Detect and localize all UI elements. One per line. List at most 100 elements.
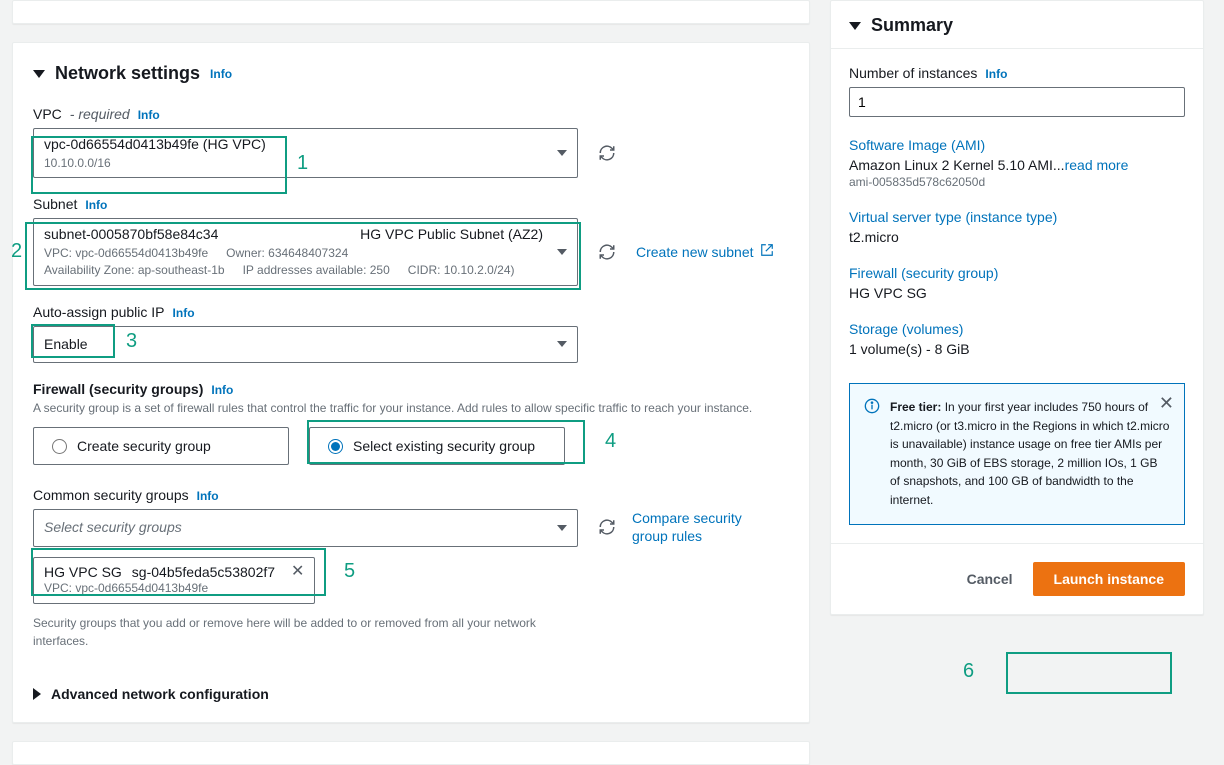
summary-ami-id: ami-005835d578c62050d (849, 175, 1185, 189)
sg-token-name: HG VPC SG (44, 564, 122, 580)
read-more-link[interactable]: read more (1065, 157, 1129, 173)
select-sg-radio[interactable]: Select existing security group (309, 427, 565, 465)
common-sg-label: Common security groups Info (33, 487, 789, 503)
num-instances-label: Number of instances Info (849, 65, 1185, 81)
chevron-down-icon (557, 249, 567, 255)
summary-header[interactable]: Summary (831, 1, 1203, 49)
vpc-info-link[interactable]: Info (138, 108, 160, 122)
summary-fw-value: HG VPC SG (849, 285, 1185, 301)
common-sg-note: Security groups that you add or remove h… (33, 614, 578, 650)
vpc-label: VPC - required Info (33, 106, 789, 122)
summary-storage-value: 1 volume(s) - 8 GiB (849, 341, 1185, 357)
select-sg-label: Select existing security group (353, 438, 535, 454)
subnet-cidr: CIDR: 10.10.2.0/24) (408, 262, 515, 279)
subnet-owner: Owner: 634648407324 (226, 245, 348, 262)
common-sg-info-link[interactable]: Info (197, 489, 219, 503)
network-settings-header[interactable]: Network settings Info (33, 63, 789, 84)
firewall-label: Firewall (security groups) Info (33, 381, 789, 397)
summary-type-heading[interactable]: Virtual server type (instance type) (849, 209, 1185, 225)
free-tier-label: Free tier: (890, 400, 941, 414)
subnet-avail: IP addresses available: 250 (243, 262, 390, 279)
compare-sg-link[interactable]: Compare security group rules (632, 509, 762, 545)
sg-refresh-button[interactable] (596, 516, 618, 538)
vpc-cidr: 10.10.0.0/16 (44, 155, 547, 172)
subnet-name: HG VPC Public Subnet (AZ2) (360, 225, 543, 245)
sg-token-id: sg-04b5feda5c53802f7 (132, 564, 275, 580)
info-icon (864, 398, 880, 510)
summary-storage-heading[interactable]: Storage (volumes) (849, 321, 1185, 337)
refresh-icon (598, 243, 616, 261)
subnet-az: Availability Zone: ap-southeast-1b (44, 262, 225, 279)
vpc-required: - required (70, 106, 130, 122)
network-settings-title: Network settings (55, 63, 200, 84)
common-sg-placeholder: Select security groups (44, 518, 547, 538)
num-instances-input[interactable] (849, 87, 1185, 117)
create-sg-radio[interactable]: Create security group (33, 427, 289, 465)
autoip-value: Enable (44, 335, 547, 355)
autoip-label-text: Auto-assign public IP (33, 304, 165, 320)
free-tier-close-button[interactable]: ✕ (1159, 394, 1174, 412)
annotation-num-6: 6 (963, 660, 974, 683)
subnet-vpc: VPC: vpc-0d66554d0413b49fe (44, 245, 208, 262)
subnet-id: subnet-0005870bf58e84c34 (44, 225, 218, 245)
caret-down-icon (33, 70, 45, 78)
firewall-label-text: Firewall (security groups) (33, 381, 203, 397)
summary-footer: Cancel Launch instance (831, 543, 1203, 614)
sg-token: HG VPC SG sg-04b5feda5c53802f7 ✕ VPC: vp… (33, 557, 315, 604)
refresh-icon (598, 518, 616, 536)
chevron-down-icon (557, 525, 567, 531)
cancel-button[interactable]: Cancel (967, 571, 1013, 587)
summary-title: Summary (871, 15, 953, 36)
select-sg-radio-input[interactable] (328, 439, 343, 454)
advanced-network-toggle[interactable]: Advanced network configuration (33, 686, 789, 702)
subnet-label-text: Subnet (33, 196, 77, 212)
caret-down-icon (849, 22, 861, 30)
summary-ami-name: Amazon Linux 2 Kernel 5.10 AMI... (849, 157, 1065, 173)
autoip-info-link[interactable]: Info (173, 306, 195, 320)
subnet-select[interactable]: subnet-0005870bf58e84c34 HG VPC Public S… (33, 218, 578, 285)
free-tier-text: Free tier: In your first year includes 7… (890, 398, 1170, 510)
firewall-info-link[interactable]: Info (211, 383, 233, 397)
network-info-link[interactable]: Info (210, 67, 232, 81)
create-subnet-text: Create new subnet (636, 244, 754, 260)
advanced-network-label: Advanced network configuration (51, 686, 269, 702)
free-tier-info-box: Free tier: In your first year includes 7… (849, 383, 1185, 525)
caret-right-icon (33, 688, 41, 700)
annotation-num-1: 1 (297, 152, 308, 175)
num-instances-info-link[interactable]: Info (985, 67, 1007, 81)
create-sg-label: Create security group (77, 438, 211, 454)
num-instances-text: Number of instances (849, 65, 977, 81)
autoip-label: Auto-assign public IP Info (33, 304, 789, 320)
autoip-select[interactable]: Enable (33, 326, 578, 364)
sg-token-vpc: VPC: vpc-0d66554d0413b49fe (44, 580, 304, 597)
create-sg-radio-input[interactable] (52, 439, 67, 454)
subnet-label: Subnet Info (33, 196, 789, 212)
refresh-icon (598, 144, 616, 162)
external-link-icon (760, 243, 774, 260)
annotation-num-4: 4 (605, 430, 616, 453)
subnet-refresh-button[interactable] (596, 241, 618, 263)
create-subnet-link[interactable]: Create new subnet (636, 243, 774, 260)
common-sg-label-text: Common security groups (33, 487, 189, 503)
sg-token-remove-button[interactable]: ✕ (291, 564, 304, 580)
chevron-down-icon (557, 150, 567, 156)
vpc-value: vpc-0d66554d0413b49fe (HG VPC) (44, 135, 547, 155)
free-tier-body: In your first year includes 750 hours of… (890, 400, 1169, 507)
panel-above-stub (12, 0, 810, 24)
summary-type-value: t2.micro (849, 229, 1185, 245)
vpc-label-text: VPC (33, 106, 62, 122)
summary-ami-heading[interactable]: Software Image (AMI) (849, 137, 1185, 153)
chevron-down-icon (557, 341, 567, 347)
panel-below-stub (12, 741, 810, 765)
launch-instance-button[interactable]: Launch instance (1033, 562, 1185, 596)
summary-panel: Summary Number of instances Info Softwar… (830, 0, 1204, 615)
common-sg-select[interactable]: Select security groups (33, 509, 578, 547)
subnet-info-link[interactable]: Info (85, 198, 107, 212)
network-settings-panel: Network settings Info VPC - required Inf… (12, 42, 810, 723)
annotation-num-3: 3 (126, 330, 137, 353)
summary-ami-value: Amazon Linux 2 Kernel 5.10 AMI...read mo… (849, 157, 1185, 173)
summary-fw-heading[interactable]: Firewall (security group) (849, 265, 1185, 281)
annotation-num-2: 2 (11, 240, 22, 263)
vpc-refresh-button[interactable] (596, 142, 618, 164)
annotation-num-5: 5 (344, 560, 355, 583)
